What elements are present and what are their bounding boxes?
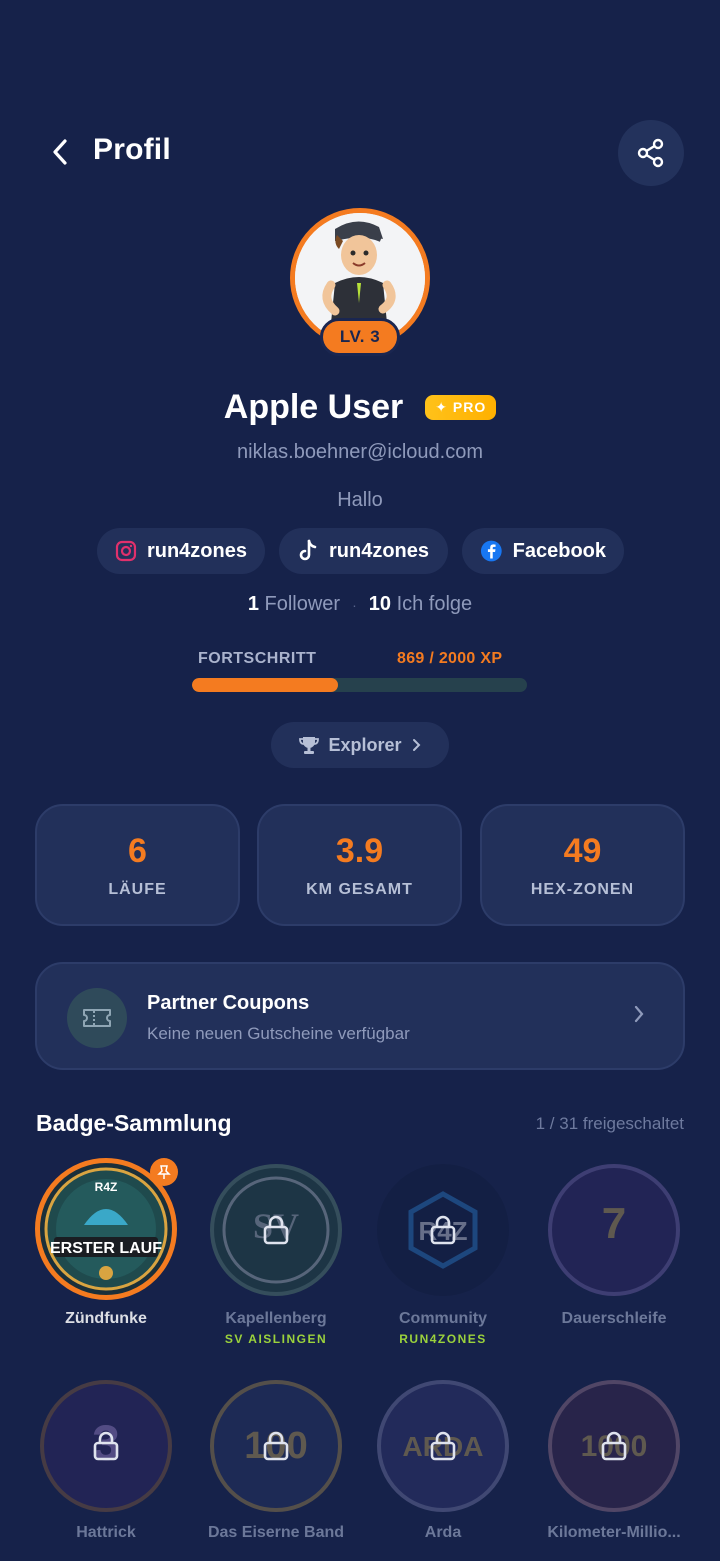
coupon-title: Partner Coupons <box>147 992 310 1014</box>
ticket-icon <box>83 1009 111 1027</box>
following-link[interactable]: 10 Ich folge <box>369 593 472 616</box>
badges-section-title: Badge-Sammlung <box>36 1110 232 1136</box>
coupon-subtitle: Keine neuen Gutscheine verfügbar <box>147 1024 410 1043</box>
pin-icon <box>157 1165 171 1179</box>
stat-label: LÄUFE <box>108 880 167 898</box>
stat-card-hex-zones: 49 HEX-ZONEN <box>480 804 685 926</box>
rank-button[interactable]: Explorer <box>271 722 449 768</box>
progress-bar-fill <box>192 678 338 692</box>
social-tiktok-button[interactable]: run4zones <box>279 528 448 574</box>
pro-badge: ✦ PRO <box>425 395 497 420</box>
social-label: run4zones <box>329 539 430 562</box>
progress-bar <box>192 678 527 692</box>
user-name-row: Apple User ✦ PRO <box>0 388 720 427</box>
social-label: Facebook <box>512 539 606 562</box>
social-label: run4zones <box>146 539 247 562</box>
badge-item[interactable]: 100 <box>210 1380 342 1512</box>
pin-badge <box>150 1158 178 1186</box>
stat-card-km: 3.9 KM GESAMT <box>257 804 462 926</box>
tiktok-icon <box>299 539 317 561</box>
rank-label: Explorer <box>328 734 402 755</box>
badge-name: Arda <box>424 1524 462 1541</box>
lock-icon <box>601 1431 627 1461</box>
badge-illustration: 7 <box>602 1199 626 1248</box>
badge-art-text: 7 <box>602 1199 626 1248</box>
svg-text:R4Z: R4Z <box>95 1180 118 1194</box>
instagram-icon <box>115 540 137 562</box>
badge-name: Kapellenberg <box>225 1310 327 1327</box>
back-button[interactable] <box>36 128 84 176</box>
badge-item[interactable]: 3 <box>40 1380 172 1512</box>
stat-label: HEX-ZONEN <box>530 880 635 898</box>
lock-icon <box>263 1215 289 1245</box>
social-facebook-button[interactable]: Facebook <box>462 528 624 574</box>
stat-label: KM GESAMT <box>306 880 413 898</box>
badge-art: 7 <box>548 1164 680 1296</box>
badge-name: Das Eiserne Band <box>207 1524 345 1541</box>
followers-count: 1 <box>247 593 259 615</box>
share-icon <box>637 138 664 168</box>
lock-icon <box>430 1431 456 1461</box>
chevron-left-icon <box>53 139 67 165</box>
badge-name: Dauerschleife <box>561 1310 667 1327</box>
level-badge: LV. 3 <box>320 318 400 356</box>
badge-art-text: ERSTER LAUF <box>50 1240 162 1257</box>
facebook-icon <box>480 540 502 562</box>
coupon-icon-circle <box>67 988 127 1048</box>
followers-label: Follower <box>264 593 341 615</box>
follow-stats: 1 Follower · 10 Ich folge <box>0 593 720 616</box>
page-title: Profil <box>93 133 171 166</box>
progress-xp: 869 / 2000 XP <box>397 650 503 667</box>
badge-name: Hattrick <box>76 1524 136 1541</box>
lock-icon <box>93 1431 119 1461</box>
chevron-right-icon <box>412 739 420 751</box>
badge-subtitle: SV AISLINGEN <box>224 1332 328 1346</box>
lock-icon <box>263 1431 289 1461</box>
progress-label: FORTSCHRITT <box>198 650 317 667</box>
stat-card-runs: 6 LÄUFE <box>35 804 240 926</box>
badges-unlocked-count: 1 / 31 freigeschaltet <box>535 1114 684 1133</box>
badge-name: Community <box>399 1310 487 1327</box>
chevron-right-icon <box>633 1004 645 1029</box>
separator-dot: · <box>352 596 357 613</box>
following-label: Ich folge <box>396 593 473 615</box>
user-name: Apple User <box>223 388 404 426</box>
share-button[interactable] <box>618 120 684 186</box>
badge-item[interactable]: R4Z ERSTER LAUF <box>35 1158 178 1300</box>
stat-value: 49 <box>563 831 602 870</box>
trophy-icon <box>299 737 320 754</box>
badge-item[interactable]: R4Z <box>377 1164 509 1296</box>
badge-illustration: R4Z ERSTER LAUF <box>44 1167 168 1291</box>
following-count: 10 <box>368 593 391 615</box>
user-bio: Hallo <box>337 489 383 511</box>
badge-name: Kilometer-Millio... <box>547 1524 681 1541</box>
badge-item[interactable]: SV <box>210 1164 342 1296</box>
stat-value: 6 <box>128 831 147 870</box>
badge-subtitle: RUN4ZONES <box>399 1332 487 1346</box>
partner-coupons-card[interactable]: Partner Coupons Keine neuen Gutscheine v… <box>35 962 685 1070</box>
badge-item[interactable]: 7 <box>548 1164 680 1296</box>
badge-name: Zündfunke <box>65 1310 147 1327</box>
stat-value: 3.9 <box>335 831 384 870</box>
badge-item[interactable]: ARDA <box>377 1380 509 1512</box>
followers-link[interactable]: 1 Follower <box>248 593 340 616</box>
user-email: niklas.boehner@icloud.com <box>237 441 483 463</box>
lock-icon <box>430 1215 456 1245</box>
social-instagram-button[interactable]: run4zones <box>97 528 265 574</box>
badge-item[interactable]: 1000 <box>548 1380 680 1512</box>
